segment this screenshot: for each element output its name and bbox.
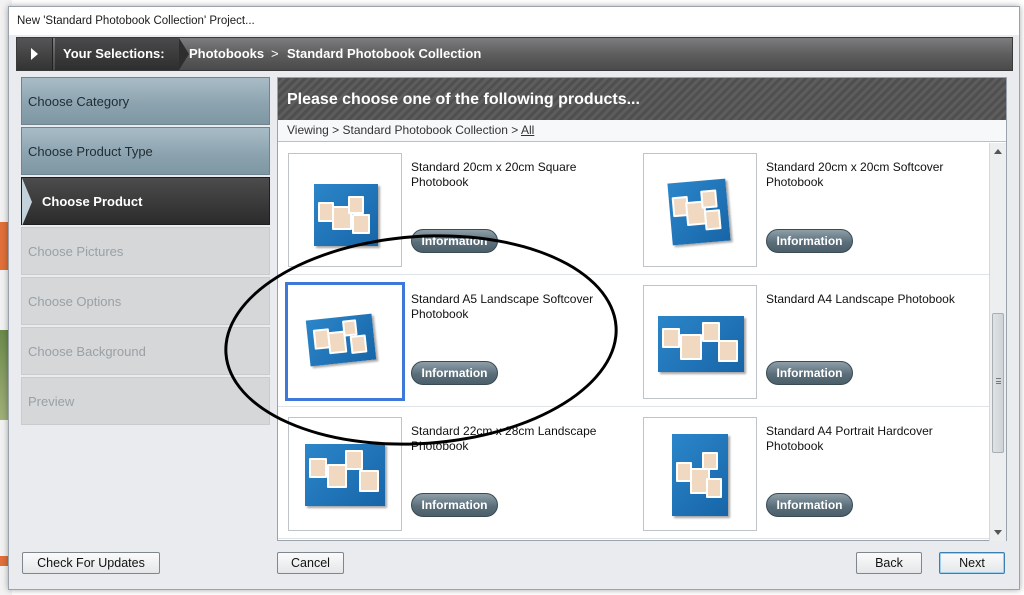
cancel-button[interactable]: Cancel bbox=[277, 552, 344, 574]
product-name: Standard A4 Landscape Photobook bbox=[766, 292, 955, 306]
next-button[interactable]: Next bbox=[939, 552, 1005, 574]
step-choose-product[interactable]: Choose Product bbox=[21, 177, 270, 226]
step-choose-category[interactable]: Choose Category bbox=[21, 77, 270, 125]
product-name: Standard A4 Portrait Hardcover Photobook bbox=[766, 424, 933, 453]
information-button[interactable]: Information bbox=[411, 493, 498, 517]
scroll-down-arrow-icon[interactable] bbox=[994, 530, 1002, 535]
product-list-scrollbar[interactable] bbox=[989, 143, 1006, 541]
viewing-path: Viewing > Standard Photobook Collection … bbox=[278, 120, 1006, 142]
product-name: Standard 20cm x 20cm Softcover Photobook bbox=[766, 160, 944, 189]
photobook-image bbox=[314, 184, 378, 246]
product-card[interactable]: Standard A5 Landscape Softcover Photoboo… bbox=[278, 275, 633, 407]
product-thumbnail-selected[interactable] bbox=[285, 282, 405, 401]
selections-breadcrumb: Your Selections: Photobooks > Standard P… bbox=[16, 37, 1013, 71]
product-card[interactable]: Standard A4 Portrait Hardcover Photobook… bbox=[633, 407, 988, 539]
product-row: Standard 20cm x 20cm Square Photobook In… bbox=[278, 143, 989, 275]
product-thumbnail[interactable] bbox=[643, 153, 757, 267]
product-list: Standard 20cm x 20cm Square Photobook In… bbox=[278, 143, 989, 541]
information-button[interactable]: Information bbox=[411, 361, 498, 385]
grip-icon bbox=[996, 378, 1001, 384]
check-for-updates-button[interactable]: Check For Updates bbox=[22, 552, 160, 574]
step-preview: Preview bbox=[21, 377, 270, 425]
back-button[interactable]: Back bbox=[856, 552, 922, 574]
product-card[interactable]: Standard 20cm x 20cm Square Photobook In… bbox=[278, 143, 633, 275]
product-name: Standard 20cm x 20cm Square Photobook bbox=[411, 160, 577, 189]
product-name: Standard A5 Landscape Softcover Photoboo… bbox=[411, 292, 594, 321]
breadcrumb-separator: > bbox=[271, 46, 279, 61]
product-thumbnail[interactable] bbox=[643, 417, 757, 531]
window-title: New 'Standard Photobook Collection' Proj… bbox=[17, 15, 255, 27]
product-name: Standard 22cm x 28cm Landscape Photobook bbox=[411, 424, 597, 453]
photobook-image bbox=[672, 434, 728, 516]
step-choose-pictures: Choose Pictures bbox=[21, 227, 270, 275]
expand-arrow-icon[interactable] bbox=[17, 38, 53, 70]
product-row: Standard A5 Landscape Softcover Photoboo… bbox=[278, 275, 989, 407]
product-card[interactable]: Standard 20cm x 20cm Softcover Photobook… bbox=[633, 143, 988, 275]
panel-header: Please choose one of the following produ… bbox=[278, 78, 1006, 120]
information-button[interactable]: Information bbox=[766, 361, 853, 385]
product-thumbnail[interactable] bbox=[288, 417, 402, 531]
wizard-steps: Choose Category Choose Product Type Choo… bbox=[21, 77, 270, 427]
product-row: Standard 22cm x 28cm Landscape Photobook… bbox=[278, 407, 989, 539]
step-choose-background: Choose Background bbox=[21, 327, 270, 375]
breadcrumb-label: Your Selections: bbox=[55, 38, 189, 70]
wizard-window: New 'Standard Photobook Collection' Proj… bbox=[8, 6, 1020, 590]
viewing-prefix: Viewing > Standard Photobook Collection … bbox=[287, 123, 519, 137]
photobook-image bbox=[305, 444, 385, 506]
photobook-image bbox=[658, 316, 744, 372]
product-thumbnail[interactable] bbox=[643, 285, 757, 399]
scroll-up-arrow-icon[interactable] bbox=[994, 149, 1002, 154]
step-choose-product-type[interactable]: Choose Product Type bbox=[21, 127, 270, 175]
breadcrumb-item-photobooks[interactable]: Photobooks bbox=[189, 38, 264, 70]
product-thumbnail[interactable] bbox=[288, 153, 402, 267]
photobook-image bbox=[667, 178, 731, 246]
product-panel: Please choose one of the following produ… bbox=[277, 77, 1007, 541]
product-card[interactable]: Standard 22cm x 28cm Landscape Photobook… bbox=[278, 407, 633, 539]
information-button[interactable]: Information bbox=[411, 229, 498, 253]
information-button[interactable]: Information bbox=[766, 493, 853, 517]
step-choose-options: Choose Options bbox=[21, 277, 270, 325]
title-bar[interactable]: New 'Standard Photobook Collection' Proj… bbox=[9, 7, 1019, 35]
viewing-all-link[interactable]: All bbox=[521, 123, 534, 137]
photobook-image bbox=[305, 313, 377, 367]
information-button[interactable]: Information bbox=[766, 229, 853, 253]
breadcrumb-item-collection[interactable]: Standard Photobook Collection bbox=[287, 38, 481, 70]
scrollbar-thumb[interactable] bbox=[992, 313, 1004, 453]
product-card[interactable]: Standard A4 Landscape Photobook Informat… bbox=[633, 275, 988, 407]
